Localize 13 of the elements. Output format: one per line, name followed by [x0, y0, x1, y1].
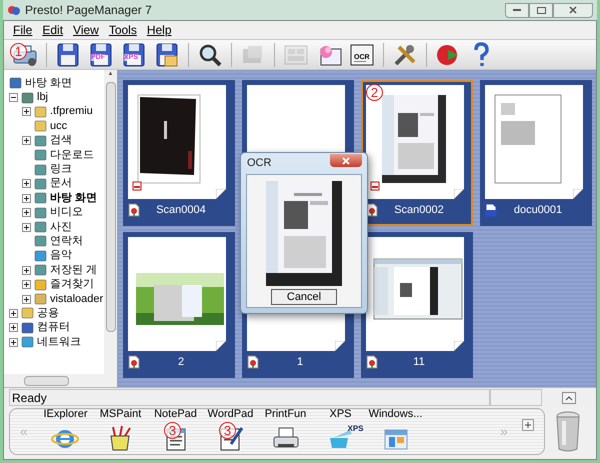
page-name: 11: [412, 354, 426, 370]
dialog-title: OCR: [246, 156, 272, 172]
page-name: 1: [296, 354, 304, 370]
page-name: Scan0002: [393, 202, 445, 218]
annotation-number: 3: [219, 422, 236, 439]
annotation-number: 1: [10, 42, 27, 60]
page-name: docu0001: [512, 202, 564, 218]
status-text: Ready: [9, 389, 490, 406]
page-name: Scan0004: [155, 202, 207, 218]
window-title: Presto! PageManager 7: [25, 2, 152, 19]
annotation-number: 3: [164, 422, 181, 439]
badge-label: XPS: [347, 425, 364, 433]
page-name: 2: [176, 354, 186, 370]
